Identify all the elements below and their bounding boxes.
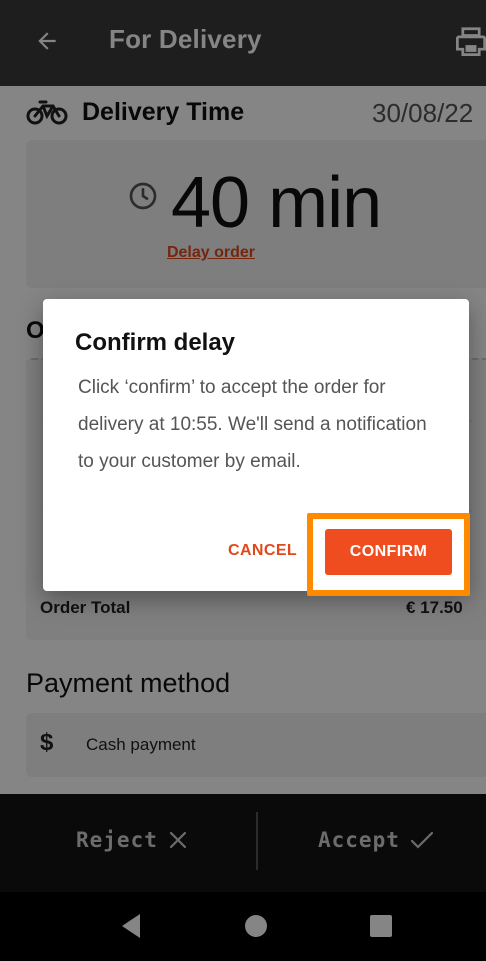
dialog-title: Confirm delay (75, 329, 236, 356)
cancel-button[interactable]: CANCEL (228, 542, 297, 560)
app-screen: For Delivery Delivery Time 30/08/22 40 m… (0, 0, 486, 961)
dialog-message: Click ‘confirm’ to accept the order for … (78, 377, 427, 472)
confirm-highlight-box (307, 513, 470, 596)
